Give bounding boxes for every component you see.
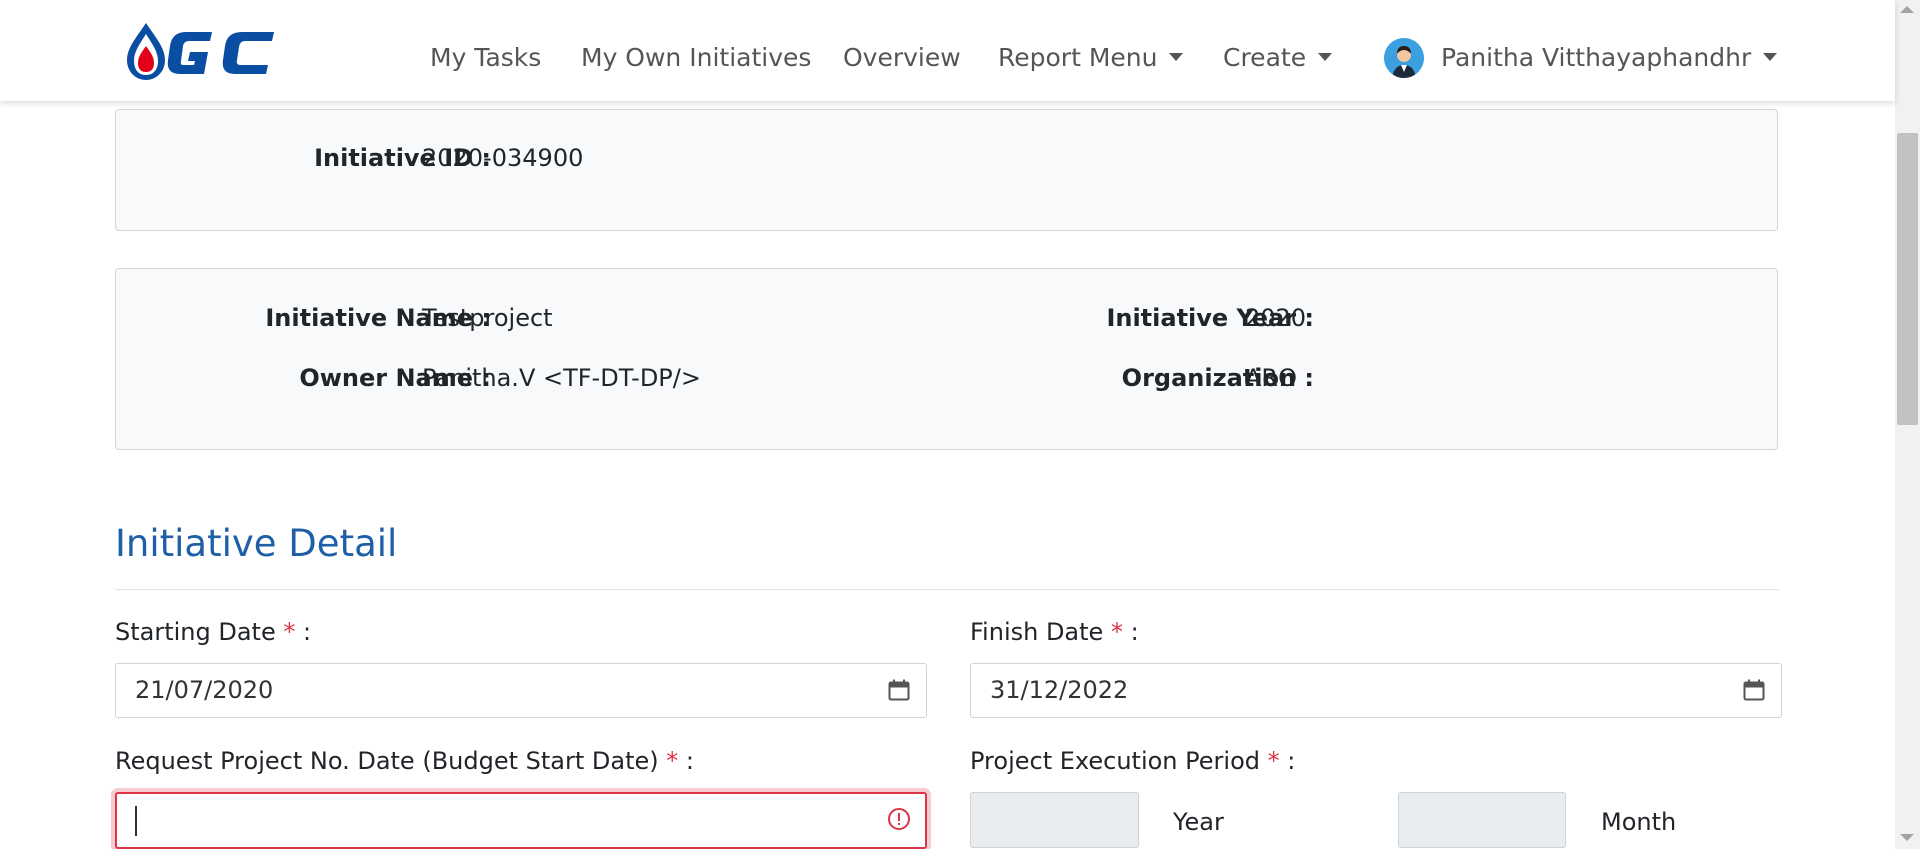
calendar-icon[interactable] [1743,679,1765,701]
nav-my-own-initiatives[interactable]: My Own Initiatives [581,41,811,75]
scroll-down-arrow-icon[interactable] [1900,834,1914,841]
top-navbar: My Tasks My Own Initiatives Overview Rep… [0,0,1895,101]
finish-date-label: Finish Date * : [970,618,1139,646]
user-icon [1384,38,1424,78]
label-colon: : [303,618,312,646]
nav-create[interactable]: Create [1223,41,1333,75]
starting-date-input[interactable]: 21/07/2020 [115,663,927,718]
nav-create-label: Create [1223,43,1307,72]
section-title: Initiative Detail [115,522,398,565]
nav-overview[interactable]: Overview [843,41,961,75]
starting-date-value: 21/07/2020 [135,676,274,704]
month-unit-label: Month [1601,808,1677,836]
error-icon [888,808,910,830]
caret-down-icon [1169,53,1184,61]
initiative-id-card: Initiative ID : 2020-034900 [115,109,1778,231]
nav-report-menu[interactable]: Report Menu [998,41,1184,75]
scrollbar-thumb[interactable] [1897,133,1918,425]
starting-date-label: Starting Date * : [115,618,311,646]
owner-name-value: Panitha.V <TF-DT-DP/> [422,364,701,392]
execution-years-input[interactable] [970,792,1139,848]
scroll-up-arrow-icon[interactable] [1900,6,1914,13]
execution-period-label: Project Execution Period * : [970,747,1295,775]
nav-report-menu-label: Report Menu [998,43,1158,72]
label-colon: : [685,747,694,775]
required-mark: * [1267,747,1280,775]
required-mark: * [283,618,296,646]
request-date-label: Request Project No. Date (Budget Start D… [115,747,694,775]
caret-down-icon [1763,53,1778,61]
finish-date-value: 31/12/2022 [990,676,1129,704]
caret-down-icon [1318,53,1333,61]
request-date-input[interactable] [115,792,927,849]
calendar-icon[interactable] [888,679,910,701]
year-unit-label: Year [1173,808,1224,836]
section-divider [115,589,1779,590]
user-avatar[interactable] [1384,38,1424,78]
organization-value: ARO [1245,364,1297,392]
label-colon: : [1130,618,1139,646]
user-name: Panitha Vitthayaphandhr [1441,43,1752,72]
initiative-id-value: 2020-034900 [422,144,584,172]
nav-my-tasks[interactable]: My Tasks [430,41,541,75]
text-cursor [135,806,137,836]
finish-date-input[interactable]: 31/12/2022 [970,663,1782,718]
request-date-label-text: Request Project No. Date (Budget Start D… [115,747,659,775]
execution-months-input[interactable] [1398,792,1566,848]
required-mark: * [666,747,679,775]
user-menu[interactable]: Panitha Vitthayaphandhr [1441,41,1778,75]
initiative-year-value: 2020 [1245,304,1307,332]
gc-logo[interactable] [124,20,292,82]
execution-period-label-text: Project Execution Period [970,747,1260,775]
initiative-name-value: Testproject [422,304,553,332]
finish-date-label-text: Finish Date [970,618,1104,646]
label-colon: : [1287,747,1296,775]
required-mark: * [1110,618,1123,646]
initiative-info-card: Initiative Name : Testproject Owner Name… [115,268,1778,450]
starting-date-label-text: Starting Date [115,618,276,646]
